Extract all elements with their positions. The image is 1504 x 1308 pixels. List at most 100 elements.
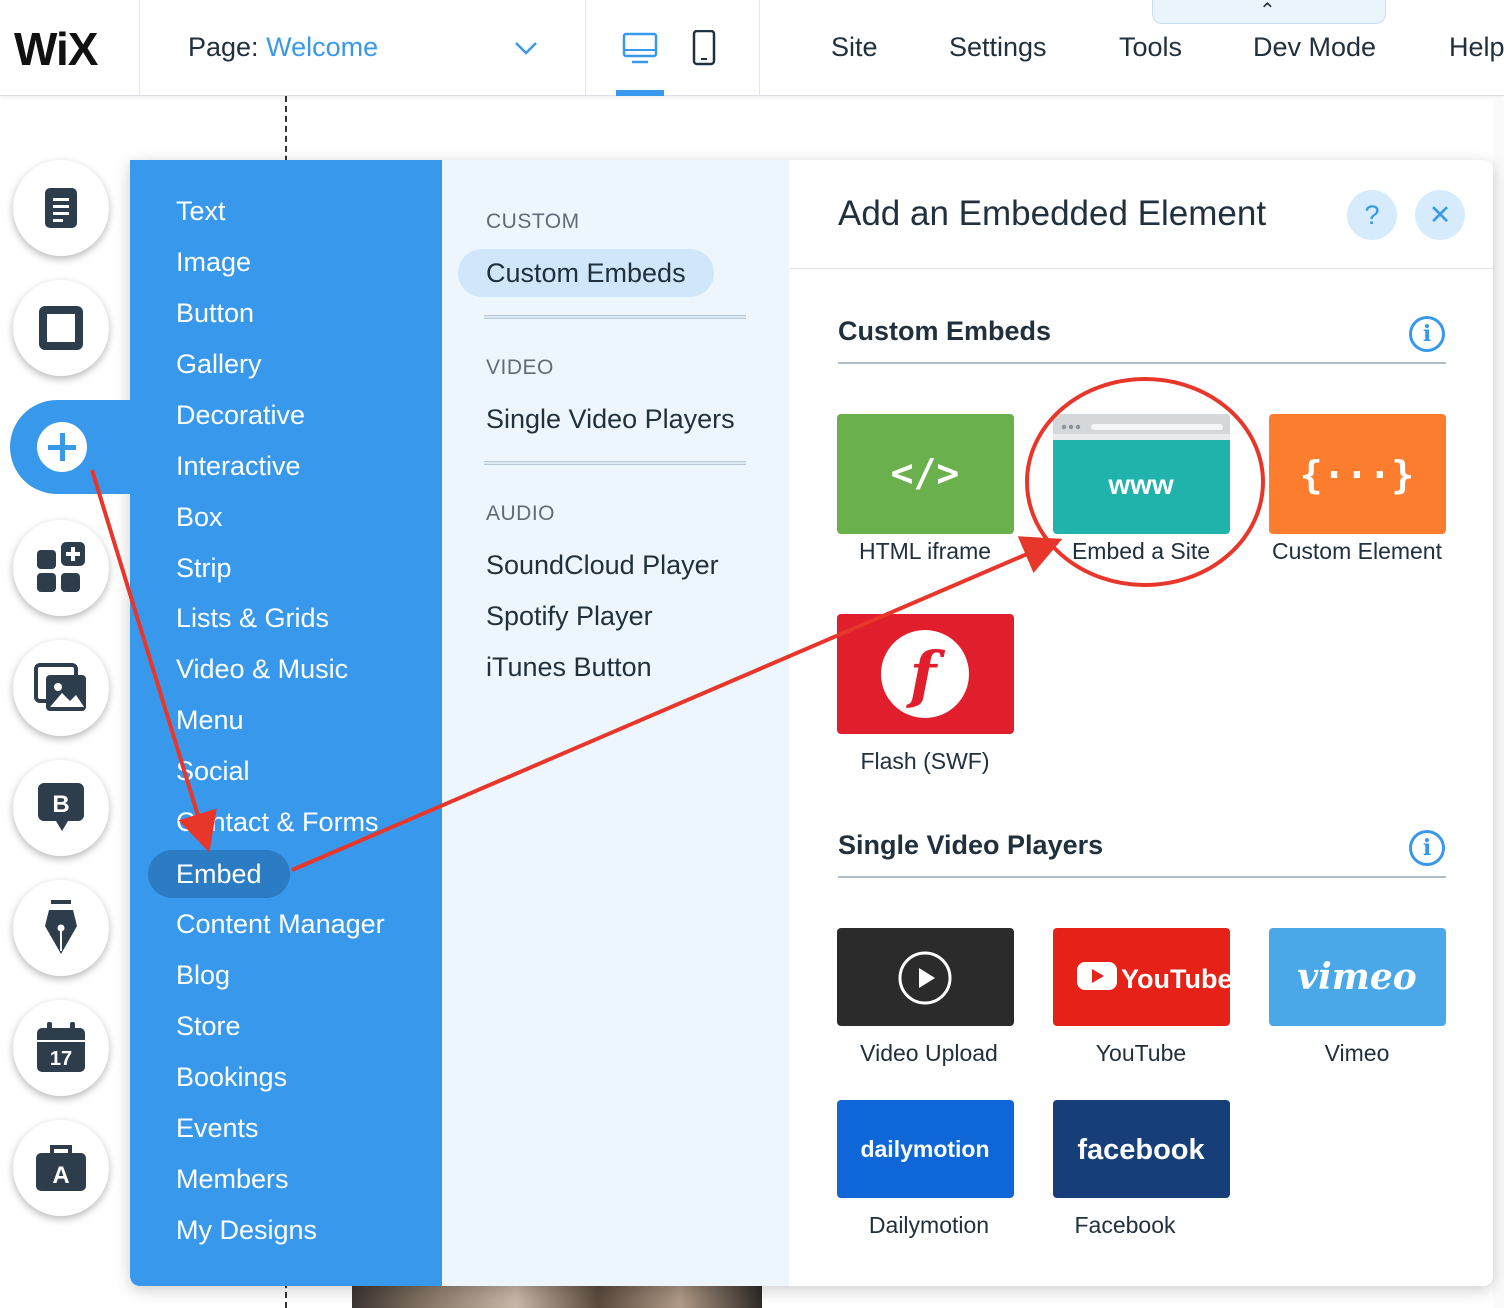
wix-logo[interactable]: WiX [14,22,98,76]
video-upload-tile[interactable] [837,928,1014,1026]
category-item[interactable]: Video & Music [176,654,348,685]
flash-tile[interactable]: f [837,614,1014,734]
category-item[interactable]: Text [176,196,226,227]
section-title: Single Video Players [838,830,1104,860]
category-item[interactable]: My Designs [176,1215,317,1246]
blog-icon: B [38,783,84,831]
tile-label: HTML iframe [858,538,992,564]
page-value: Welcome [266,32,379,62]
category-item[interactable]: Menu [176,705,244,736]
dailymotion-logo-icon: dailymotion [860,1136,989,1162]
menu-help[interactable]: Help [1449,32,1504,63]
media-button[interactable] [13,640,109,736]
app-market-button[interactable]: A [13,1120,109,1216]
custom-element-tile[interactable]: {···} [1269,414,1446,534]
category-item-embed[interactable]: Embed [148,850,290,898]
tile-label: Embed a Site [1071,538,1211,564]
subcategory-item[interactable]: iTunes Button [486,652,652,683]
category-item[interactable]: Events [176,1113,259,1144]
bookings-button[interactable]: 17 [13,1000,109,1096]
add-elements-button[interactable] [10,400,150,494]
menu-dev-mode[interactable]: Dev Mode [1253,32,1376,63]
tile-label: Vimeo [1324,1040,1390,1066]
category-item[interactable]: Interactive [176,451,301,482]
category-item[interactable]: Lists & Grids [176,603,329,634]
pages-button[interactable] [13,160,109,256]
menu-site[interactable]: Site [831,32,878,63]
info-icon[interactable]: i [1409,316,1445,352]
category-item[interactable]: Contact & Forms [176,807,379,838]
category-item[interactable]: Bookings [176,1062,287,1093]
menu-settings[interactable]: Settings [949,32,1047,63]
divider [585,0,586,96]
category-item[interactable]: Blog [176,960,230,991]
apps-icon [37,542,85,592]
tile-label: Video Upload [860,1040,998,1066]
category-item[interactable]: Strip [176,553,232,584]
category-item[interactable]: Image [176,247,251,278]
subcategory-heading: AUDIO [486,502,556,525]
subcategory-heading: CUSTOM [486,210,580,233]
vimeo-logo-icon: vimeo [1297,956,1417,998]
subcategory-heading: VIDEO [486,356,554,379]
close-button[interactable]: ✕ [1415,190,1465,240]
calendar-icon: 17 [37,1022,85,1072]
embed-a-site-tile[interactable]: www [1053,414,1230,534]
help-button[interactable]: ? [1347,190,1397,240]
design-button[interactable] [13,880,109,976]
youtube-tile[interactable]: YouTube [1053,928,1230,1026]
subcategory-item[interactable]: SoundCloud Player [486,550,719,581]
canvas-photo [352,1286,762,1308]
flash-icon: f [881,630,969,718]
tile-label: Facebook [1074,1212,1176,1238]
divider [484,315,746,319]
braces-icon: {···} [1300,453,1414,497]
desktop-icon[interactable] [622,30,658,66]
divider [838,876,1446,878]
code-glyph: </> [891,451,960,495]
category-item[interactable]: Members [176,1164,289,1195]
plus-icon [37,422,87,472]
divider [838,362,1446,364]
svg-text:B: B [52,791,69,818]
background-icon [39,306,83,350]
page-label: Page: [188,32,259,62]
svg-text:A: A [52,1162,69,1189]
content-area: Add an Embedded Element ? ✕ Custom Embed… [789,160,1493,1286]
subcategory-item[interactable]: Spotify Player [486,601,653,632]
media-icon [34,663,86,711]
market-bag-icon: A [36,1145,86,1191]
vimeo-glyph: vimeo [1297,956,1417,998]
category-item[interactable]: Gallery [176,349,262,380]
panel-title: Add an Embedded Element [838,194,1267,233]
category-item[interactable]: Box [176,502,223,533]
play-icon [898,951,952,1005]
youtube-logo-icon: YouTube [1077,962,1230,994]
vimeo-tile[interactable]: vimeo [1269,928,1446,1026]
dailymotion-tile[interactable]: dailymotion [837,1100,1014,1198]
category-item[interactable]: Store [176,1011,241,1042]
html-iframe-tile[interactable]: </> [837,414,1014,534]
info-icon[interactable]: i [1409,830,1445,866]
tile-label: YouTube [1095,1040,1187,1066]
category-item[interactable]: Button [176,298,254,329]
browser-www-icon: www [1053,414,1230,500]
mobile-icon[interactable] [692,30,716,66]
subcategory-item[interactable]: Single Video Players [486,404,735,435]
page-selector[interactable]: Page: Welcome [188,32,378,63]
subcategory-custom-embeds[interactable]: Custom Embeds [458,249,714,297]
chevron-down-icon[interactable] [514,36,538,60]
category-item[interactable]: Decorative [176,400,305,431]
facebook-glyph: facebook [1077,1134,1205,1166]
background-button[interactable] [13,280,109,376]
facebook-tile[interactable]: facebook [1053,1100,1230,1198]
category-item[interactable]: Content Manager [176,909,385,940]
divider [789,268,1493,269]
divider [759,0,760,96]
add-apps-button[interactable] [13,520,109,616]
collapse-toolbar-tab[interactable]: ⌃ [1152,0,1386,24]
blog-button[interactable]: B [13,760,109,856]
code-icon: </> [891,451,960,495]
menu-tools[interactable]: Tools [1119,32,1182,63]
category-item[interactable]: Social [176,756,250,787]
